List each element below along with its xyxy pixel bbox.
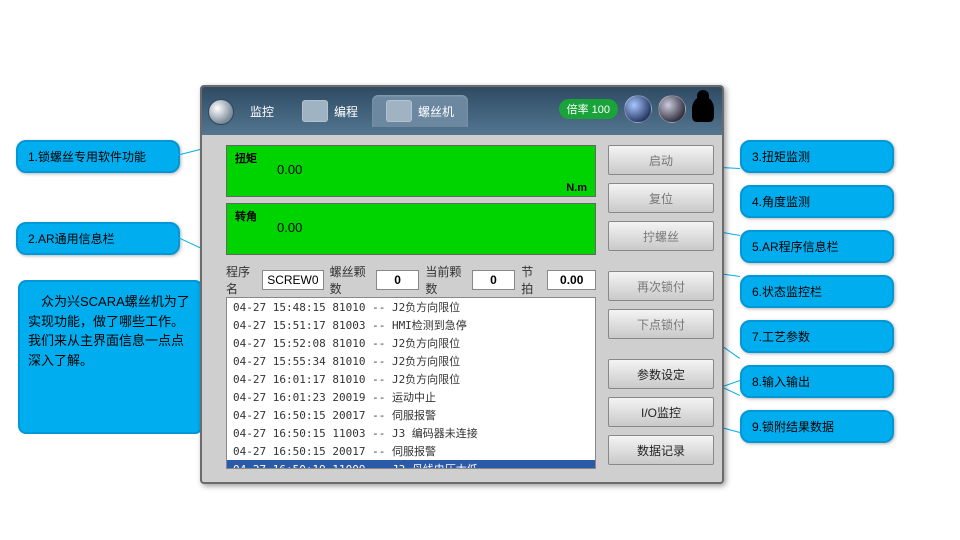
- next-button[interactable]: 下点锁付: [608, 309, 714, 339]
- log-row[interactable]: 04-27 16:50:15 20017 -- 伺服报警: [227, 442, 595, 460]
- prog-name-value[interactable]: SCREW0: [262, 270, 323, 290]
- log-row[interactable]: 04-27 15:48:15 81010 -- J2负方向限位: [227, 298, 595, 316]
- log-row[interactable]: 04-27 16:01:23 20019 -- 运动中止: [227, 388, 595, 406]
- prog-name-label: 程序名: [226, 263, 256, 297]
- rate-pill[interactable]: 倍率 100: [559, 99, 618, 119]
- again-button[interactable]: 再次锁付: [608, 271, 714, 301]
- callout-2: 2.AR通用信息栏: [16, 222, 180, 255]
- callout-7: 7.工艺参数: [740, 320, 894, 353]
- callout-4: 4.角度监测: [740, 185, 894, 218]
- torque-label: 扭矩: [235, 150, 257, 166]
- callout-8: 8.输入输出: [740, 365, 894, 398]
- program-icon: [302, 100, 328, 122]
- status-orb-icon: [624, 95, 652, 123]
- ct-value: 0.00: [547, 270, 596, 290]
- angle-value: 0.00: [277, 220, 302, 235]
- status-log[interactable]: 04-27 15:48:15 81010 -- J2负方向限位 04-27 15…: [226, 297, 596, 469]
- log-row[interactable]: 04-27 15:55:34 81010 -- J2负方向限位: [227, 352, 595, 370]
- log-row[interactable]: 04-27 16:50:15 11003 -- J3 编码器未连接: [227, 424, 595, 442]
- orb2-icon: [658, 95, 686, 123]
- log-row-selected[interactable]: 04-27 16:50:19 11009 -- J3 母线电压太低: [227, 460, 595, 469]
- screw-icon: [386, 100, 412, 122]
- angle-label: 转角: [235, 208, 257, 224]
- angle-panel: 转角 0.00: [226, 203, 596, 255]
- current-label: 当前颗数: [425, 263, 465, 297]
- callout-5: 5.AR程序信息栏: [740, 230, 894, 263]
- callout-1: 1.锁螺丝专用软件功能: [16, 140, 180, 173]
- user-icon[interactable]: [692, 96, 714, 122]
- log-row[interactable]: 04-27 15:51:17 81003 -- HMI检测到急停: [227, 316, 595, 334]
- total-value: 0: [376, 270, 420, 290]
- log-row[interactable]: 04-27 16:01:17 81010 -- J2负方向限位: [227, 370, 595, 388]
- reset-button[interactable]: 复位: [608, 183, 714, 213]
- torque-unit: N.m: [566, 182, 587, 194]
- ct-label: 节拍: [521, 263, 541, 297]
- current-value: 0: [472, 270, 516, 290]
- io-button[interactable]: I/O监控: [608, 397, 714, 427]
- program-info-row: 程序名 SCREW0 螺丝颗数 0 当前颗数 0 节拍 0.00: [226, 269, 596, 291]
- tab-monitor[interactable]: 监控: [236, 95, 288, 127]
- hmi-window: 监控 编程 螺丝机 倍率 100 扭矩 0.00 N.m 转角 0.00: [200, 85, 724, 484]
- torque-value: 0.00: [277, 162, 302, 177]
- log-row[interactable]: 04-27 16:50:15 20017 -- 伺服报警: [227, 406, 595, 424]
- tab-program[interactable]: 编程: [288, 95, 372, 127]
- tab-screw[interactable]: 螺丝机: [372, 95, 468, 127]
- callout-3: 3.扭矩监测: [740, 140, 894, 173]
- description-box: 众为兴SCARA螺丝机为了实现功能，做了哪些工作。我们来从主界面信息一点点深入了…: [18, 280, 203, 434]
- params-button[interactable]: 参数设定: [608, 359, 714, 389]
- feed-button[interactable]: 拧螺丝: [608, 221, 714, 251]
- start-button[interactable]: 启动: [608, 145, 714, 175]
- hmi-titlebar: 监控 编程 螺丝机 倍率 100: [202, 87, 722, 135]
- callout-9: 9.锁附结果数据: [740, 410, 894, 443]
- gear-icon: [208, 99, 234, 125]
- data-button[interactable]: 数据记录: [608, 435, 714, 465]
- total-label: 螺丝颗数: [330, 263, 370, 297]
- torque-panel: 扭矩 0.00 N.m: [226, 145, 596, 197]
- callout-6: 6.状态监控栏: [740, 275, 894, 308]
- log-row[interactable]: 04-27 15:52:08 81010 -- J2负方向限位: [227, 334, 595, 352]
